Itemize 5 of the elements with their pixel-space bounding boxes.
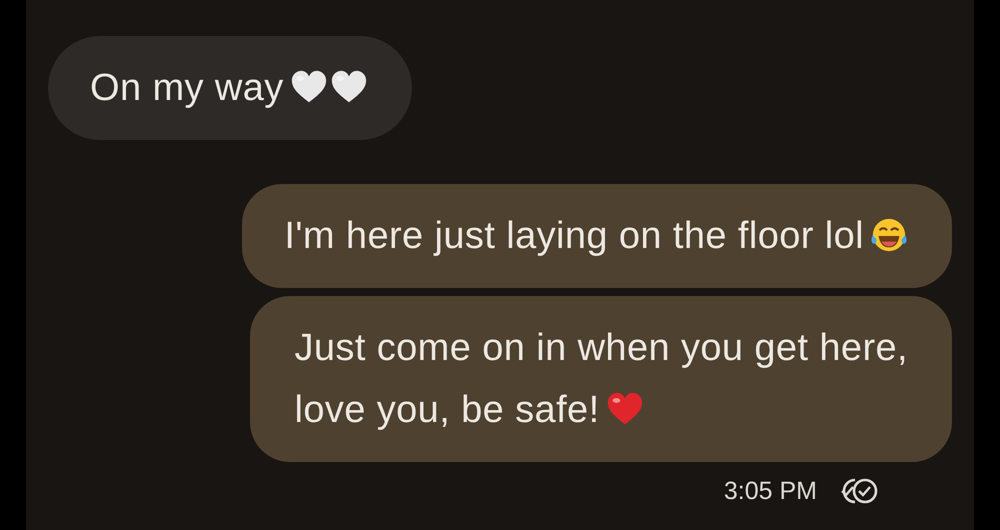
message-bubble: I'm here just laying on the floor lol	[242, 184, 952, 288]
timestamp: 3:05 PM	[724, 476, 817, 506]
laughing-emoji-icon	[870, 216, 908, 254]
message-bubble: Just come on in when you get here, love you, be safe!	[250, 296, 952, 462]
message-bubble: On my way	[48, 36, 412, 140]
